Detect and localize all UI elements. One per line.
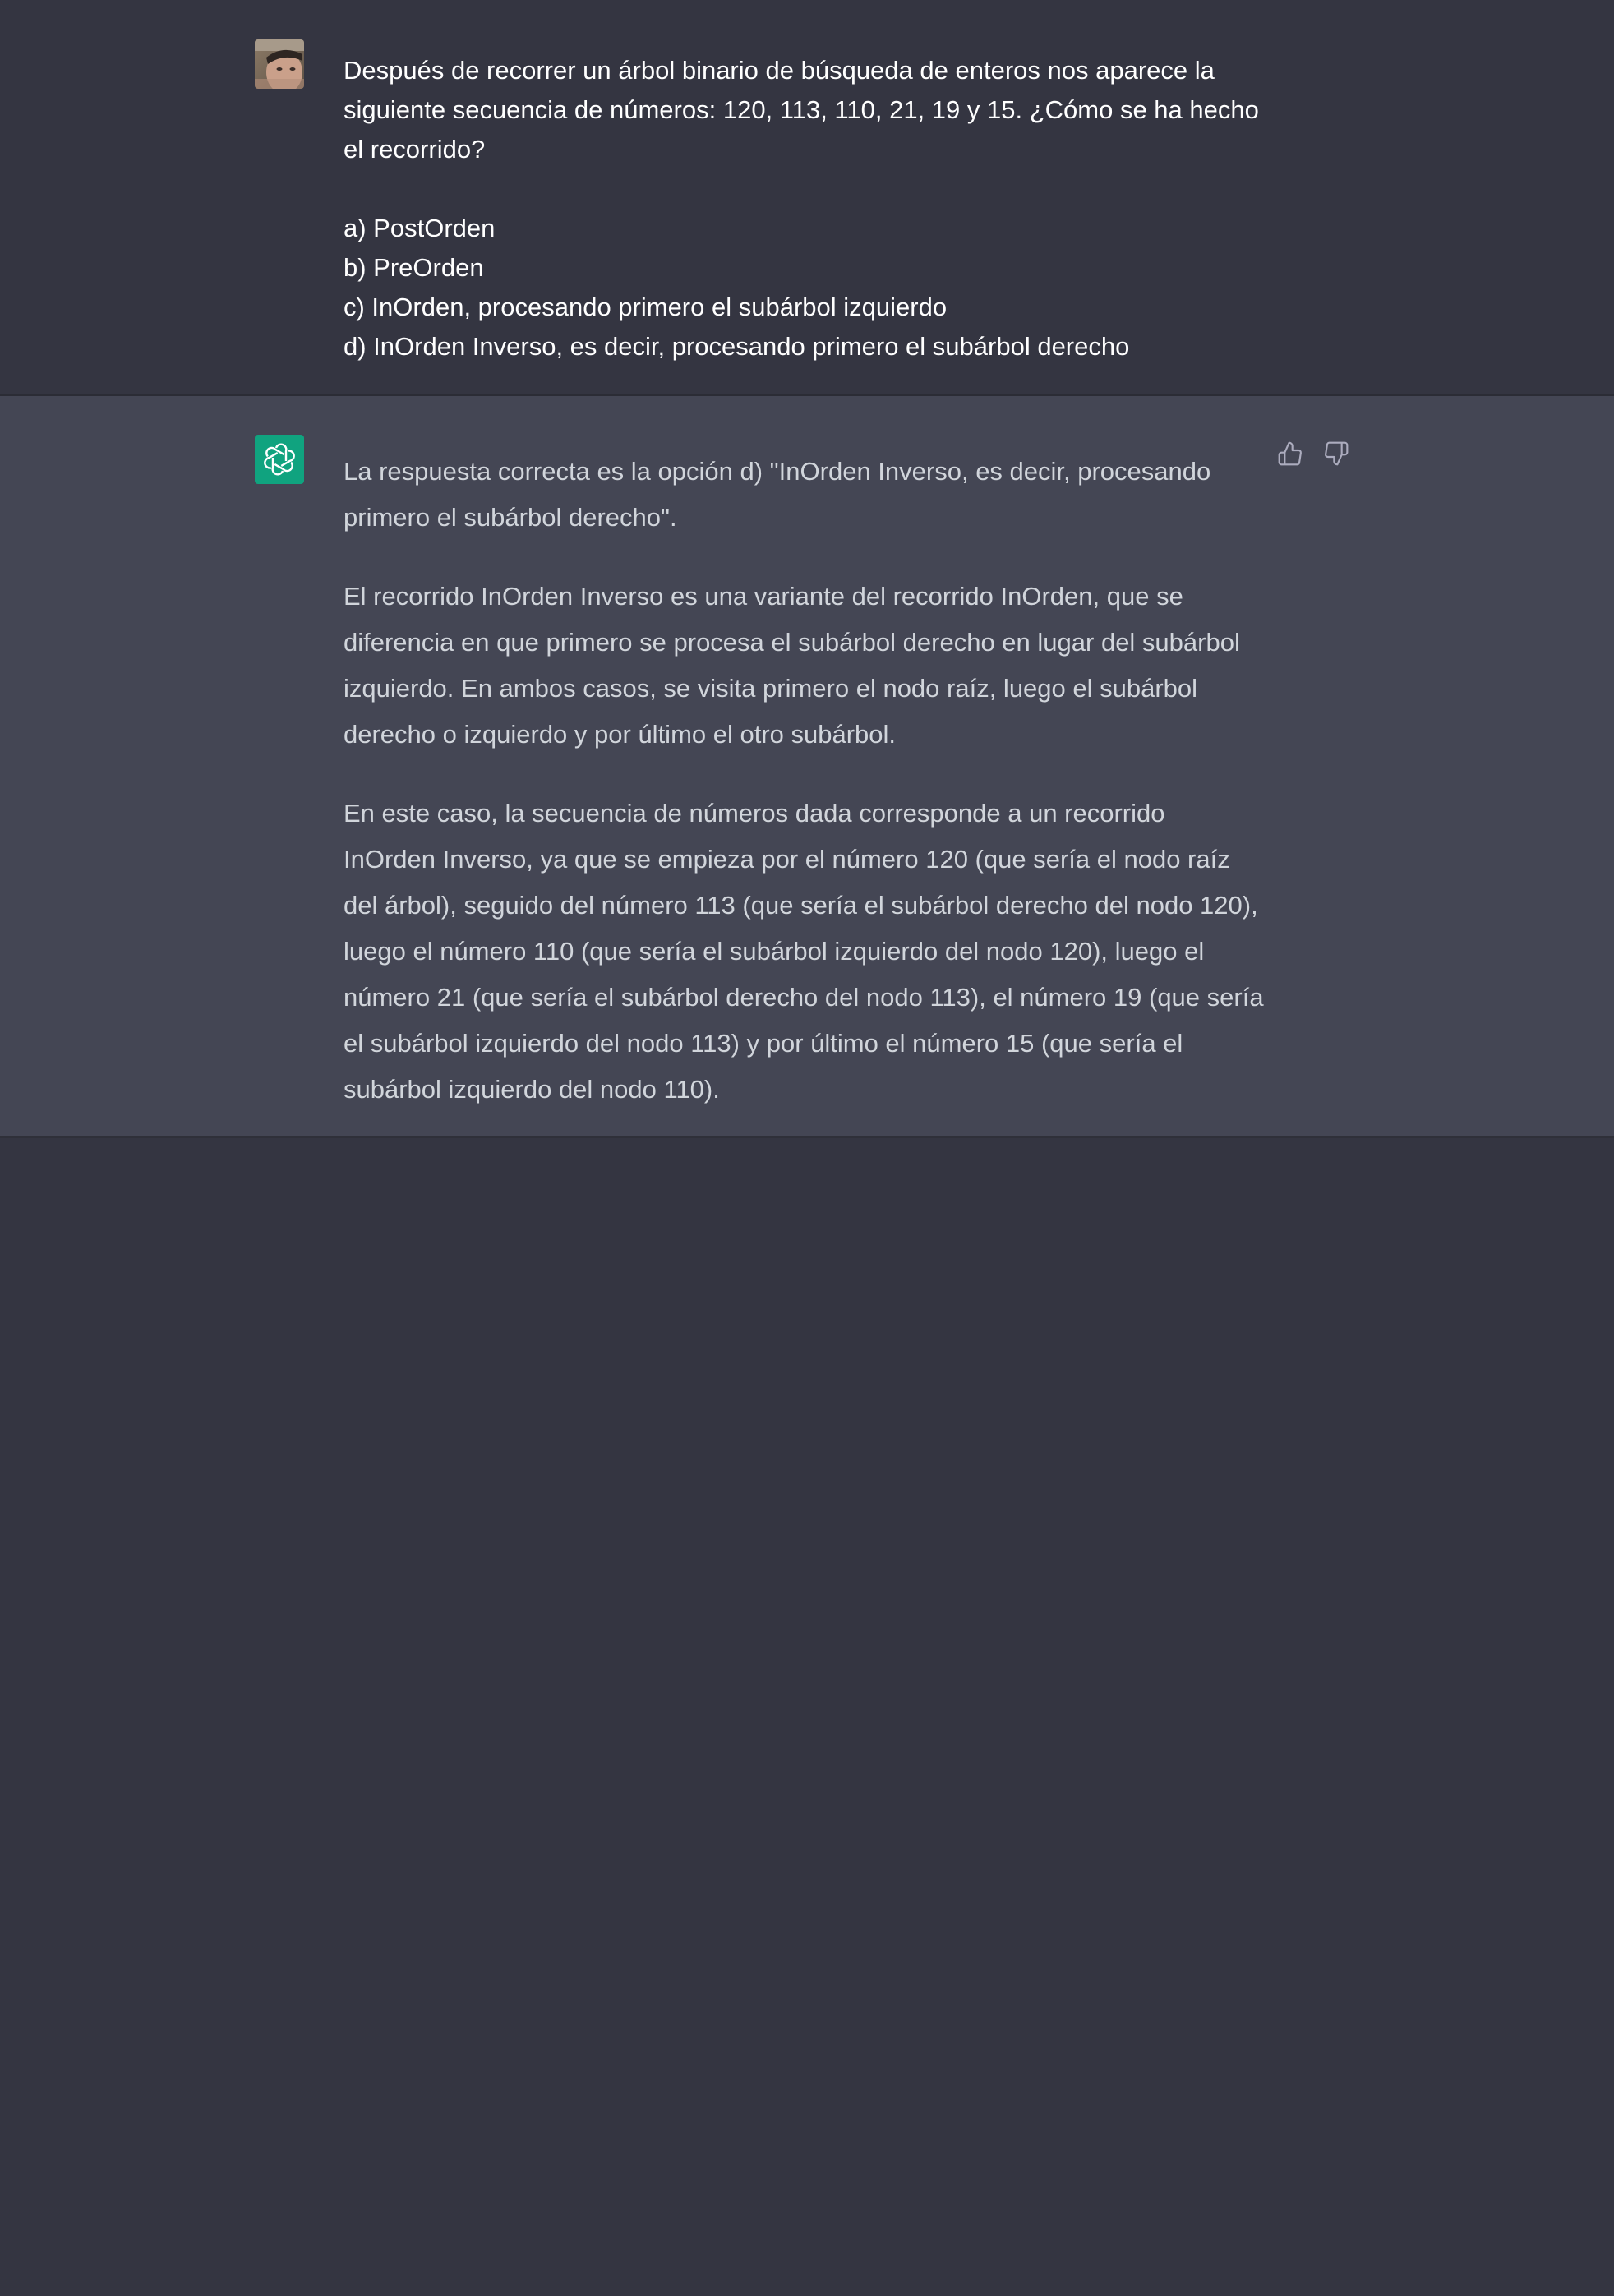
options-list: a) PostOrden b) PreOrden c) InOrden, pro… (344, 209, 1264, 367)
assistant-paragraph: En este caso, la secuencia de números da… (344, 799, 1264, 1104)
assistant-message-row: La respuesta correcta es la opción d) "I… (0, 396, 1614, 1138)
user-avatar-photo (255, 39, 304, 89)
option-d: d) InOrden Inverso, es decir, procesando… (344, 332, 1130, 361)
option-a: a) PostOrden (344, 214, 496, 242)
thumbs-down-button[interactable] (1321, 439, 1351, 468)
user-question: Después de recorrer un árbol binario de … (344, 56, 1259, 164)
thumbs-down-icon (1325, 441, 1349, 466)
user-avatar (255, 39, 304, 89)
assistant-avatar (255, 435, 304, 484)
option-b: b) PreOrden (344, 253, 484, 282)
assistant-paragraph: El recorrido InOrden Inverso es una vari… (344, 582, 1240, 749)
user-message-row: Después de recorrer un árbol binario de … (0, 0, 1614, 396)
openai-logo-icon (264, 443, 295, 476)
assistant-message: La respuesta correcta es la opción d) "I… (344, 449, 1264, 1146)
feedback-buttons (1275, 439, 1351, 468)
option-c: c) InOrden, procesando primero el subárb… (344, 293, 948, 321)
assistant-paragraph: La respuesta correcta es la opción d) "I… (344, 457, 1211, 532)
thumbs-up-button[interactable] (1275, 439, 1305, 468)
user-message: Después de recorrer un árbol binario de … (344, 51, 1264, 367)
thumbs-up-icon (1278, 441, 1302, 466)
